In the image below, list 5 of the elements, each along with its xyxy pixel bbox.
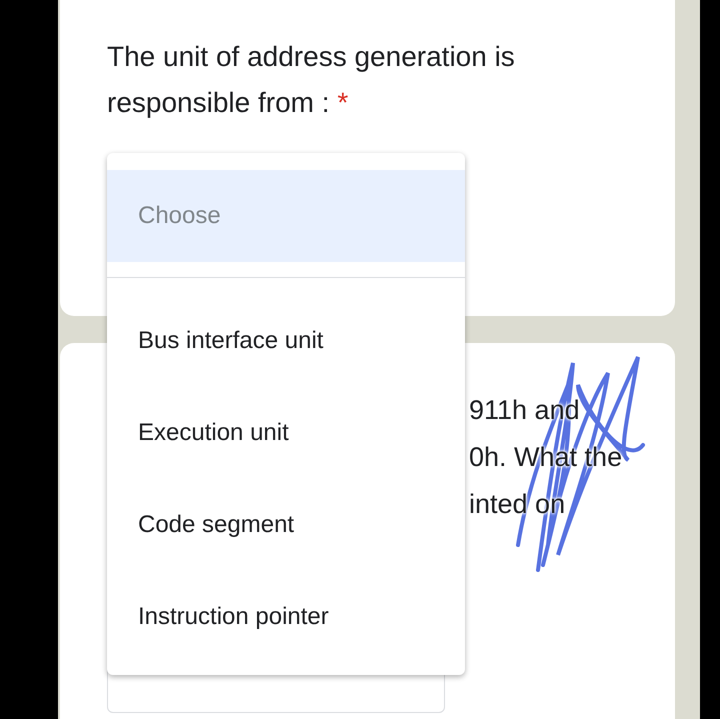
dropdown-option[interactable]: Instruction pointer	[107, 571, 465, 663]
question-text: The unit of address generation is responsible from : *	[107, 40, 516, 120]
dropdown-option[interactable]: Execution unit	[107, 387, 465, 479]
dropdown-option[interactable]: Bus interface unit	[107, 295, 465, 387]
dropdown-option[interactable]: Code segment	[107, 479, 465, 571]
